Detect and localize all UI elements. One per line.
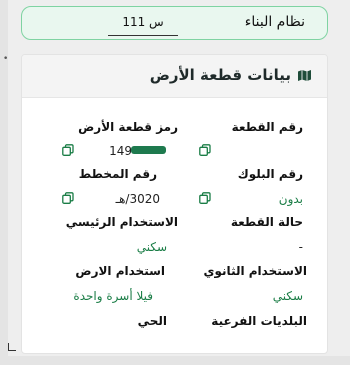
- redacted-mark: [131, 146, 166, 154]
- copy-land-code-icon[interactable]: [62, 144, 74, 156]
- sub-municipalities-label: البلديات الفرعية: [211, 314, 307, 328]
- main-use-label: الاستخدام الرئيسي: [65, 215, 178, 229]
- land-use-label: استخدام الارض: [75, 264, 165, 278]
- block-number-value: بدون: [278, 192, 303, 206]
- land-data-panel: بيانات قطعة الأرض رمز قطعة الأرض رقم الق…: [21, 54, 328, 354]
- plot-status-value: -: [298, 240, 303, 254]
- land-code-value: 149: [109, 144, 132, 158]
- copy-block-number-icon[interactable]: [199, 192, 211, 204]
- panel-title: بيانات قطعة الأرض: [149, 66, 291, 84]
- map-marker-dot: •: [3, 54, 9, 64]
- plan-number-value: 3020/هـ: [115, 192, 160, 206]
- land-use-value: فيلا أسرة واحدة: [73, 289, 153, 303]
- resize-handle[interactable]: [8, 343, 16, 351]
- secondary-use-value: سكني: [272, 289, 303, 303]
- building-system-banner: نظام البناء س 111: [21, 6, 328, 40]
- building-system-label: نظام البناء: [244, 14, 305, 30]
- plot-number-label: رقم القطعة: [231, 120, 303, 134]
- copy-plan-number-icon[interactable]: [62, 192, 74, 204]
- building-system-value: س 111: [108, 15, 178, 36]
- map-icon: [298, 70, 311, 81]
- land-code-label: رمز قطعة الأرض: [78, 120, 178, 134]
- panel-header[interactable]: بيانات قطعة الأرض: [22, 55, 327, 98]
- copy-plot-number-icon[interactable]: [199, 144, 211, 156]
- district-label: الحي: [137, 314, 167, 328]
- plan-number-label: رقم المخطط: [78, 167, 157, 181]
- main-use-value: سكني: [136, 240, 167, 254]
- plot-status-label: حالة القطعة: [230, 215, 303, 229]
- block-number-label: رقم البلوك: [237, 167, 303, 181]
- secondary-use-label: الاستخدام الثانوي: [203, 264, 307, 278]
